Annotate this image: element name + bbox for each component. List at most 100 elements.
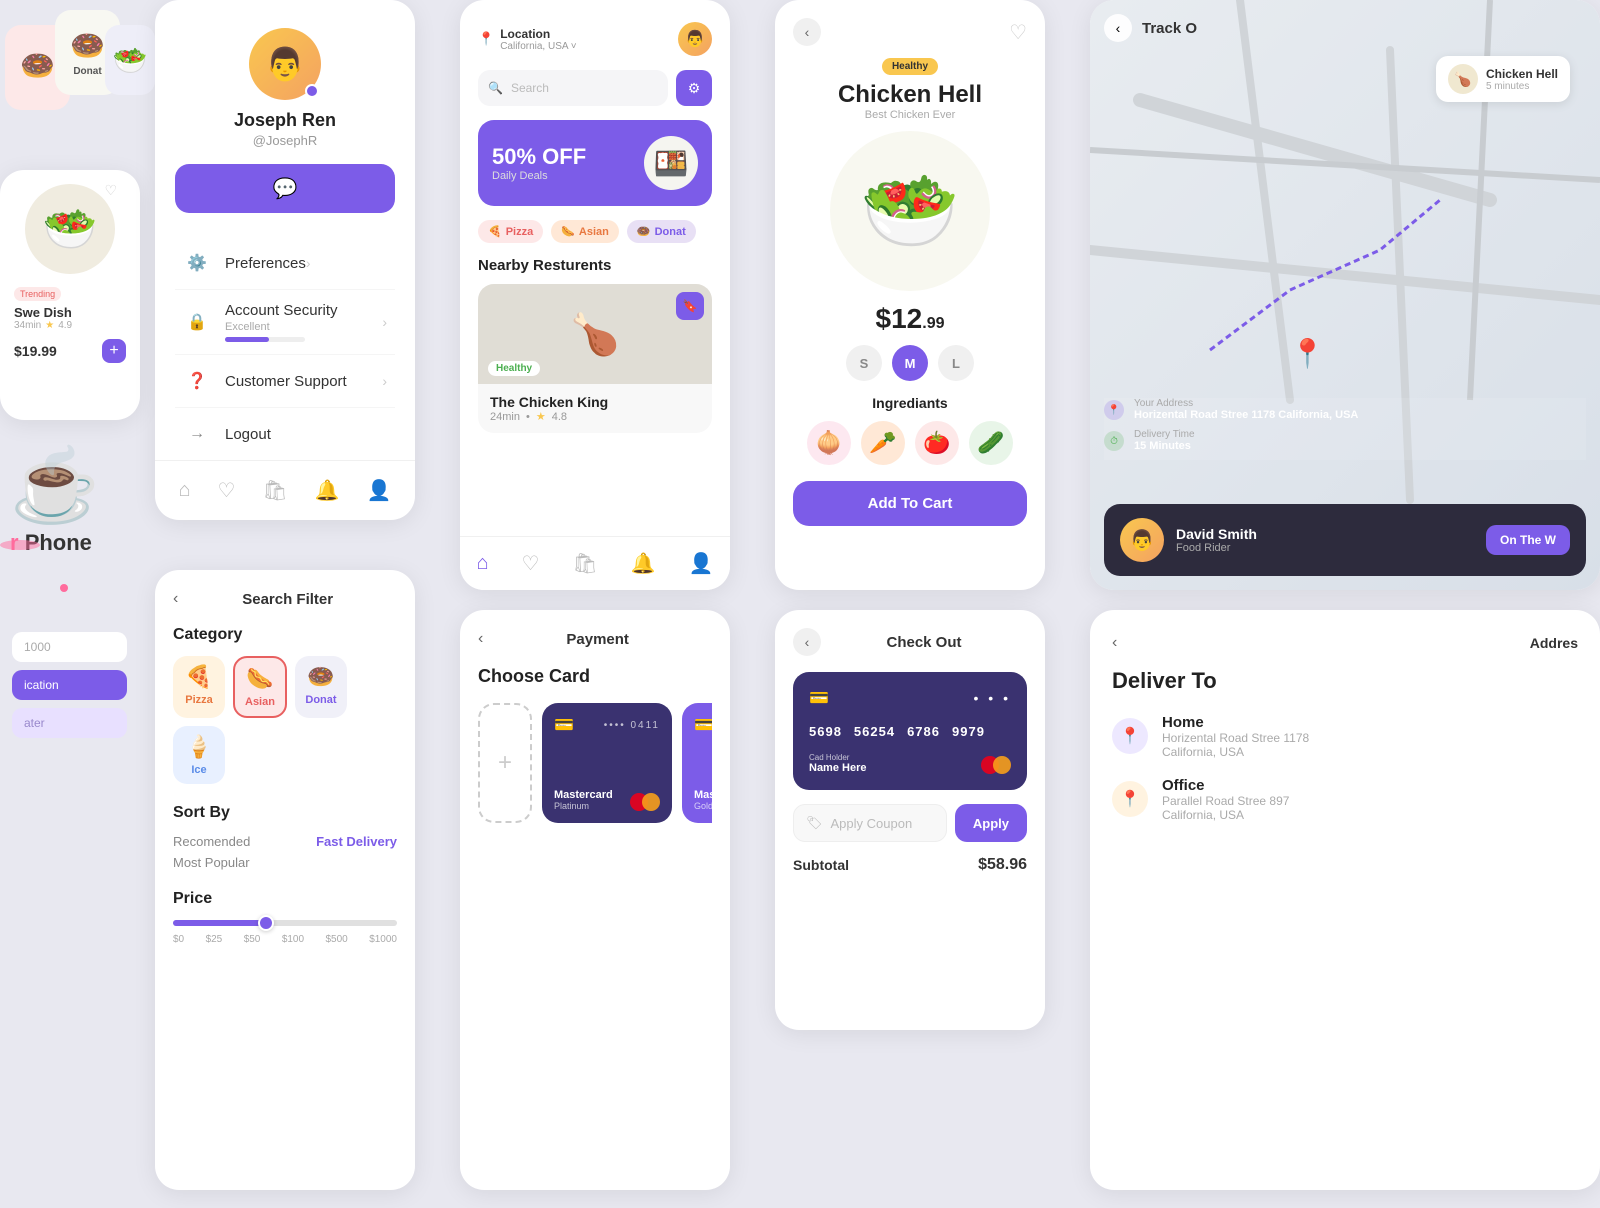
deliver-option-home[interactable]: 📍 Home Horizental Road Stree 1178Califor… <box>1112 714 1578 759</box>
food-user-icon[interactable]: 👤 <box>689 551 714 576</box>
bag-nav-icon[interactable]: 🛍 <box>262 478 287 503</box>
add-to-cart-button[interactable]: Add To Cart <box>793 481 1027 526</box>
gold-card-label: Master <box>694 789 712 801</box>
filter-back-button[interactable]: ‹ <box>173 590 178 608</box>
checkout-title: Check Out <box>886 634 961 651</box>
input-field-2[interactable]: ication <box>12 670 127 700</box>
message-button[interactable]: 💬 <box>175 164 395 213</box>
gold-card-sub: Gold <box>694 801 712 811</box>
home-nav-icon[interactable]: ⌂ <box>178 479 190 502</box>
restaurant-image: 🍗 Healthy 🔖 <box>478 284 712 384</box>
driver-action-button[interactable]: On The W <box>1486 525 1570 555</box>
size-s[interactable]: S <box>846 345 882 381</box>
price-thumb[interactable] <box>258 915 274 931</box>
checkout-chip-icon: 💳 <box>809 688 829 708</box>
restaurant-star: ★ <box>536 410 546 423</box>
product-healthy-badge: Healthy <box>882 58 938 75</box>
map-background: ‹ Track O 🍗 Chicken Hell 5 minutes 📍 📍 Y… <box>1090 0 1600 590</box>
food-heart-icon[interactable]: ♡ <box>522 551 540 576</box>
mastercard-platinum[interactable]: 💳 •••• 0411 Mastercard Platinum <box>542 703 672 823</box>
food-bag-icon[interactable]: 🛍 <box>572 551 597 576</box>
input-field-3[interactable]: ater <box>12 708 127 738</box>
search-icon: 🔍 <box>488 81 503 95</box>
healthy-badge: Healthy <box>488 361 540 376</box>
ingredient-onion: 🧅 <box>807 421 851 465</box>
payment-back-button[interactable]: ‹ <box>478 630 483 648</box>
cc-bottom: Mastercard Platinum <box>554 789 660 811</box>
input-field-1[interactable]: 1000 <box>12 632 127 662</box>
coffee-section: ☕ r Phone <box>0 440 140 600</box>
menu-item-logout[interactable]: → Logout <box>175 408 395 461</box>
driver-avatar: 👨 <box>1120 518 1164 562</box>
heart-nav-icon[interactable]: ♡ <box>218 478 236 503</box>
pink-dot <box>60 584 68 592</box>
bell-nav-icon[interactable]: 🔔 <box>315 478 340 503</box>
menu-item-customer-support[interactable]: ❓ Customer Support › <box>175 355 395 408</box>
track-back-button[interactable]: ‹ <box>1104 14 1132 42</box>
deliver-header: ‹ Addres <box>1112 634 1578 652</box>
deliver-back-button[interactable]: ‹ <box>1112 634 1117 652</box>
trending-badge: Trending <box>14 287 61 301</box>
filter-button[interactable]: ⚙ <box>676 70 712 106</box>
search-row: 🔍 Search ⚙ <box>478 70 712 106</box>
apply-button[interactable]: Apply <box>955 804 1027 842</box>
filter-cat-asian[interactable]: 🌭 Asian <box>233 656 287 718</box>
checkout-card-top: 💳 • • • <box>809 688 1011 708</box>
food-bell-icon[interactable]: 🔔 <box>631 551 656 576</box>
checkout-card-brand <box>981 756 1011 774</box>
filter-cat-donat[interactable]: 🍩 Donat <box>295 656 347 718</box>
restaurant-info: The Chicken King 24min • ★ 4.8 <box>478 384 712 433</box>
product-nav: ‹ ♡ <box>793 18 1027 46</box>
product-back-button[interactable]: ‹ <box>793 18 821 46</box>
address-label: Addres <box>1530 635 1578 651</box>
bookmark-button[interactable]: 🔖 <box>676 292 704 320</box>
user-nav-icon[interactable]: 👤 <box>367 478 392 503</box>
home-address: Horizental Road Stree 1178California, US… <box>1162 731 1309 759</box>
product-heart-button[interactable]: ♡ <box>1009 20 1027 45</box>
checkout-back-button[interactable]: ‹ <box>793 628 821 656</box>
deliver-option-office[interactable]: 📍 Office Parallel Road Stree 897Californ… <box>1112 777 1578 822</box>
product-detail-panel: ‹ ♡ Healthy Chicken Hell Best Chicken Ev… <box>775 0 1045 590</box>
sort-fast-delivery[interactable]: Fast Delivery <box>316 834 397 849</box>
driver-name: David Smith <box>1176 526 1474 542</box>
add-card-button[interactable]: + <box>478 703 532 823</box>
location-sub: California, USA ˅ <box>500 41 576 52</box>
cc-gold-bottom: Master Gold <box>694 789 712 811</box>
promo-banner[interactable]: 50% OFF Daily Deals 🍱 <box>478 120 712 206</box>
menu-item-account-security[interactable]: 🔒 Account Security Excellent › <box>175 290 395 355</box>
food-app-nav-bar: ⌂ ♡ 🛍 🔔 👤 <box>460 536 730 590</box>
coupon-input[interactable]: 🏷 Apply Coupon <box>793 804 947 842</box>
size-m[interactable]: M <box>892 345 928 381</box>
food-home-icon[interactable]: ⌂ <box>476 552 488 575</box>
promo-small-text: Daily Deals <box>492 170 586 182</box>
user-avatar-small[interactable]: 👨 <box>678 22 712 56</box>
filter-cat-pizza[interactable]: 🍕 Pizza <box>173 656 225 718</box>
salad-card[interactable]: 🥗 <box>105 25 155 95</box>
mastercard-gold[interactable]: 💳 Master Gold <box>682 703 712 823</box>
size-l[interactable]: L <box>938 345 974 381</box>
filter-cat-ice[interactable]: 🍦 Ice <box>173 726 225 784</box>
coffee-cup-icon: ☕ <box>10 450 100 522</box>
restaurant-rating: 4.8 <box>552 411 567 423</box>
ingredient-tomato: 🍅 <box>915 421 959 465</box>
menu-item-preferences[interactable]: ⚙️ Preferences › <box>175 237 395 290</box>
asian-pill[interactable]: 🌭 Asian <box>551 220 619 243</box>
checkout-card-number: 5698 56254 6786 9979 <box>809 724 1011 739</box>
ingredient-carrot: 🥕 <box>861 421 905 465</box>
price-slider[interactable] <box>173 920 397 926</box>
heart-icon[interactable]: ♡ <box>104 182 117 199</box>
holder-name: Name Here <box>809 762 866 774</box>
donut-label-2: Donat <box>73 66 101 77</box>
track-order-panel: ‹ Track O 🍗 Chicken Hell 5 minutes 📍 📍 Y… <box>1090 0 1600 590</box>
address-label-1: Your Address <box>1134 398 1358 409</box>
pizza-pill[interactable]: 🍕 Pizza <box>478 220 543 243</box>
pizza-cat-label: Pizza <box>185 694 213 706</box>
track-header: ‹ Track O <box>1104 14 1586 42</box>
promo-food-image: 🍱 <box>644 136 698 190</box>
search-input-wrap[interactable]: 🔍 Search <box>478 70 668 106</box>
donat-pill[interactable]: 🍩 Donat <box>627 220 696 243</box>
add-button[interactable]: + <box>102 339 126 363</box>
restaurant-card[interactable]: 🍗 Healthy 🔖 The Chicken King 24min • ★ 4… <box>478 284 712 433</box>
security-bar <box>225 337 269 342</box>
price-main: 12 <box>891 303 922 334</box>
